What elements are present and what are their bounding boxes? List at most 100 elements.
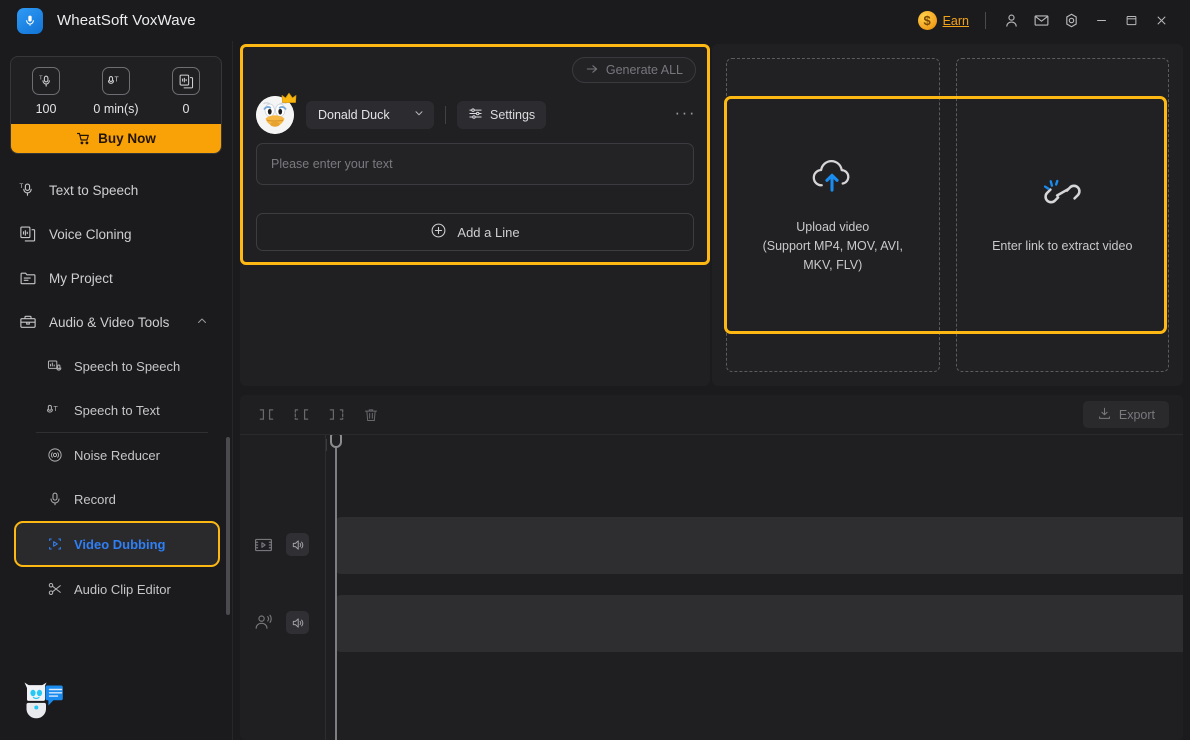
toolbox-icon bbox=[18, 313, 37, 331]
sidebar-item-speech-to-text[interactable]: T Speech to Text bbox=[0, 388, 232, 432]
script-text-input[interactable]: Please enter your text bbox=[256, 143, 694, 185]
sidebar-item-audio-clip-editor[interactable]: Audio Clip Editor bbox=[0, 567, 232, 611]
video-track-header bbox=[252, 533, 309, 556]
svg-text:T: T bbox=[39, 75, 43, 81]
svg-text:T: T bbox=[53, 404, 58, 413]
video-dubbing-icon bbox=[46, 536, 63, 552]
speech-to-speech-icon bbox=[46, 358, 63, 374]
sidebar-item-video-dubbing[interactable]: Video Dubbing bbox=[14, 521, 220, 567]
sidebar-item-label: Speech to Speech bbox=[74, 358, 181, 374]
microphone-icon bbox=[46, 491, 63, 507]
sidebar-nav: T Text to Speech Voice Cloning My Projec… bbox=[0, 168, 232, 611]
sidebar-item-label: Speech to Text bbox=[74, 402, 160, 418]
voice-settings-label: Settings bbox=[490, 108, 536, 122]
earn-button[interactable]: $ Earn bbox=[917, 11, 969, 30]
timeline-body[interactable] bbox=[240, 435, 1183, 740]
title-bar: WheatSoft VoxWave $ Earn bbox=[0, 0, 1190, 41]
export-label: Export bbox=[1118, 407, 1155, 422]
sidebar-item-speech-to-speech[interactable]: Speech to Speech bbox=[0, 344, 232, 388]
voice-select[interactable]: Donald Duck bbox=[306, 101, 434, 129]
video-track[interactable] bbox=[335, 517, 1183, 574]
upload-highlight bbox=[724, 96, 1167, 334]
settings-gear-icon[interactable] bbox=[1056, 6, 1086, 36]
speaker-row: Donald Duck Settings ··· bbox=[256, 92, 696, 135]
app-window: WheatSoft VoxWave $ Earn T 100 T 0 min(s… bbox=[0, 0, 1190, 740]
trim-left-icon[interactable] bbox=[253, 402, 279, 428]
playhead[interactable] bbox=[330, 435, 342, 740]
buy-now-label: Buy Now bbox=[98, 131, 156, 146]
text-to-speech-icon: T bbox=[18, 181, 37, 199]
mail-icon[interactable] bbox=[1026, 6, 1056, 36]
credit-value: 100 bbox=[35, 102, 57, 116]
divider bbox=[445, 106, 446, 124]
folder-icon bbox=[18, 269, 37, 287]
add-line-label: Add a Line bbox=[457, 224, 520, 240]
sidebar-item-label: My Project bbox=[49, 270, 113, 286]
film-strip-icon bbox=[252, 534, 274, 556]
add-line-button[interactable]: Add a Line bbox=[256, 213, 694, 251]
voice-settings-button[interactable]: Settings bbox=[457, 101, 547, 129]
chatbot-assistant-icon[interactable] bbox=[13, 674, 67, 726]
voice-cloning-icon bbox=[18, 225, 37, 243]
svg-text:T: T bbox=[19, 183, 23, 190]
minimize-icon[interactable] bbox=[1086, 6, 1116, 36]
sidebar-item-label: Text to Speech bbox=[49, 182, 139, 198]
split-clip-icon[interactable] bbox=[288, 402, 314, 428]
timeline-toolbar: Export bbox=[240, 395, 1183, 435]
trim-right-icon[interactable] bbox=[323, 402, 349, 428]
playhead-handle[interactable] bbox=[330, 435, 342, 448]
microphone-logo-icon bbox=[17, 7, 43, 34]
sidebar-item-label: Audio Clip Editor bbox=[74, 581, 171, 597]
ruler-tick bbox=[326, 439, 327, 451]
crown-badge-icon bbox=[281, 92, 297, 110]
generate-all-label: Generate ALL bbox=[605, 63, 683, 77]
export-button[interactable]: Export bbox=[1082, 401, 1169, 428]
account-icon[interactable] bbox=[996, 6, 1026, 36]
sidebar-item-label: Video Dubbing bbox=[74, 536, 166, 552]
credits-panel: T 100 T 0 min(s) 0 Buy Now bbox=[10, 56, 222, 154]
buy-now-button[interactable]: Buy Now bbox=[11, 124, 221, 153]
download-icon bbox=[1097, 406, 1112, 424]
sidebar-item-text-to-speech[interactable]: T Text to Speech bbox=[0, 168, 232, 212]
voice-track-speaker-icon[interactable] bbox=[286, 611, 309, 634]
voice-select-value: Donald Duck bbox=[318, 108, 390, 122]
voice-track-header bbox=[252, 611, 309, 634]
text-to-speech-credit-icon: T bbox=[32, 67, 60, 95]
more-options-button[interactable]: ··· bbox=[675, 104, 696, 127]
credit-voice-clone: 0 bbox=[151, 67, 221, 116]
titlebar-controls: $ Earn bbox=[917, 0, 1190, 41]
sidebar-item-label: Audio & Video Tools bbox=[49, 314, 170, 330]
maximize-icon[interactable] bbox=[1116, 6, 1146, 36]
close-icon[interactable] bbox=[1146, 6, 1176, 36]
chevron-up-icon[interactable] bbox=[196, 315, 208, 330]
sidebar-item-voice-cloning[interactable]: Voice Cloning bbox=[0, 212, 232, 256]
timeline-panel: Export bbox=[240, 395, 1183, 740]
delete-trash-icon[interactable] bbox=[358, 402, 384, 428]
main-content: Generate ALL Donald Duck Settings ··· Pl… bbox=[233, 41, 1190, 740]
sidebar-item-noise-reducer[interactable]: Noise Reducer bbox=[0, 433, 232, 477]
earn-label[interactable]: Earn bbox=[943, 14, 969, 28]
sliders-icon bbox=[468, 106, 483, 124]
voice-clone-credit-icon bbox=[172, 67, 200, 95]
divider bbox=[985, 12, 986, 29]
sidebar-item-my-project[interactable]: My Project bbox=[0, 256, 232, 300]
avatar[interactable] bbox=[256, 92, 297, 134]
video-track-speaker-icon[interactable] bbox=[286, 533, 309, 556]
credit-speech-to-text: T 0 min(s) bbox=[81, 67, 151, 116]
script-editor-panel: Generate ALL Donald Duck Settings ··· Pl… bbox=[240, 44, 710, 386]
svg-text:T: T bbox=[114, 75, 119, 83]
coin-icon: $ bbox=[917, 11, 937, 30]
person-voice-icon bbox=[252, 612, 274, 634]
voice-track[interactable] bbox=[335, 595, 1183, 652]
credit-text-to-speech: T 100 bbox=[11, 67, 81, 116]
arrow-right-icon bbox=[585, 62, 599, 79]
sidebar-item-audio-video-tools[interactable]: Audio & Video Tools bbox=[0, 300, 232, 344]
sidebar-item-record[interactable]: Record bbox=[0, 477, 232, 521]
scissors-icon bbox=[46, 581, 63, 597]
app-title: WheatSoft VoxWave bbox=[57, 12, 196, 29]
speech-to-text-credit-icon: T bbox=[102, 67, 130, 95]
sidebar-item-label: Voice Cloning bbox=[49, 226, 132, 242]
sidebar-scrollbar[interactable] bbox=[226, 437, 230, 615]
generate-all-button[interactable]: Generate ALL bbox=[571, 57, 696, 83]
cart-icon bbox=[77, 132, 90, 145]
